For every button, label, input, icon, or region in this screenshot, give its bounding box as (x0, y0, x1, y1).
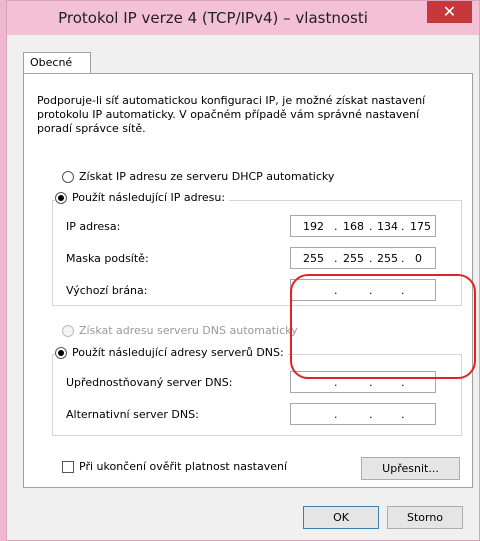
gateway-label: Výchozí brána: (66, 284, 148, 297)
radio-circle[interactable] (62, 170, 74, 183)
advanced-button[interactable]: Upřesnit... (361, 457, 460, 480)
radio-ip-auto[interactable]: Získat IP adresu ze serveru DHCP automat… (62, 170, 334, 183)
cancel-button[interactable]: Storno (387, 506, 463, 529)
radio-dns-auto[interactable]: Získat adresu serveru DNS automaticky (62, 324, 298, 337)
description-text: Podporuje-li síť automatickou konfigurac… (37, 94, 426, 135)
ip-address-label: IP adresa: (66, 220, 121, 233)
radio-circle[interactable] (55, 346, 67, 359)
ip-address-field[interactable]: 192. 168. 134. 175 (290, 215, 436, 237)
alternate-dns-field[interactable]: ... (290, 403, 436, 425)
radio-dns-manual[interactable]: Použít následující adresy serverů DNS: (55, 346, 288, 359)
radio-circle[interactable] (55, 191, 67, 204)
subnet-mask-label: Maska podsítě: (66, 252, 149, 265)
general-panel: Podporuje-li síť automatickou konfigurac… (23, 73, 476, 488)
validate-checkbox[interactable]: Při ukončení ověřit platnost nastavení (62, 460, 287, 473)
radio-ip-manual-label: Použít následující IP adresu: (72, 191, 226, 204)
radio-dns-manual-label: Použít následující adresy serverů DNS: (72, 346, 284, 359)
radio-circle[interactable] (62, 324, 74, 337)
subnet-mask-field[interactable]: 255. 255. 255. 0 (290, 247, 436, 269)
ok-button[interactable]: OK (303, 506, 379, 529)
window-title: Protokol IP verze 4 (TCP/IPv4) – vlastno… (58, 9, 368, 27)
radio-ip-manual[interactable]: Použít následující IP adresu: (55, 191, 230, 204)
highlight-oval (290, 274, 476, 379)
radio-dns-auto-label: Získat adresu serveru DNS automaticky (79, 324, 298, 337)
title-bar[interactable]: Protokol IP verze 4 (TCP/IPv4) – vlastno… (7, 1, 479, 35)
tab-general[interactable]: Obecné (23, 52, 91, 74)
validate-label: Při ukončení ověřit platnost nastavení (79, 460, 288, 473)
radio-ip-auto-label: Získat IP adresu ze serveru DHCP automat… (79, 170, 335, 183)
alternate-dns-label: Alternativní server DNS: (66, 408, 199, 421)
close-icon[interactable]: ✕ (427, 1, 472, 23)
checkbox-box[interactable] (62, 460, 74, 473)
dialog-window: Protokol IP verze 4 (TCP/IPv4) – vlastno… (6, 0, 480, 541)
preferred-dns-label: Upřednostňovaný server DNS: (66, 376, 233, 389)
